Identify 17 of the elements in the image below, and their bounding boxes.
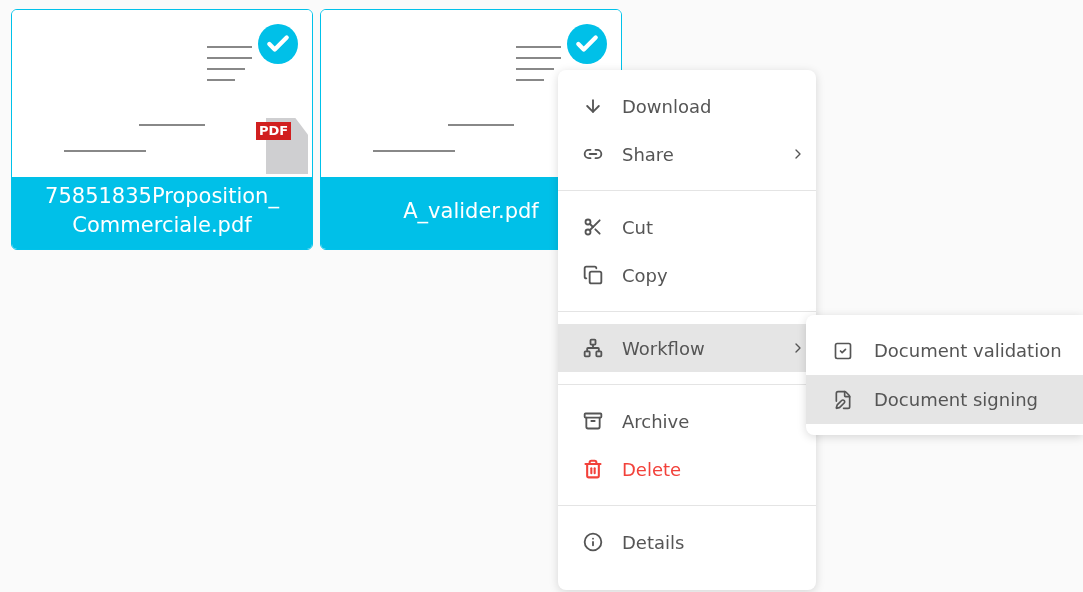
check-icon[interactable] (567, 24, 607, 64)
menu-item[interactable]: Delete (558, 445, 816, 493)
menu-item[interactable]: Copy (558, 251, 816, 299)
copy-icon (583, 265, 603, 285)
archive-icon (583, 411, 603, 431)
file-card[interactable]: PDF 75851835Proposition_ Commerciale.pdf (11, 9, 313, 250)
trash-icon (583, 459, 603, 479)
menu-item[interactable]: Document signing (806, 375, 1083, 424)
menu-item[interactable]: Details (558, 518, 816, 566)
info-icon (583, 532, 603, 552)
hierarchy-icon (583, 338, 603, 358)
download-icon (583, 96, 603, 116)
checkbox-icon (833, 340, 853, 361)
file-name: 75851835Proposition_ Commerciale.pdf (12, 177, 312, 249)
check-icon[interactable] (258, 24, 298, 64)
pen-document-icon (833, 389, 853, 410)
scissors-icon (583, 217, 603, 237)
